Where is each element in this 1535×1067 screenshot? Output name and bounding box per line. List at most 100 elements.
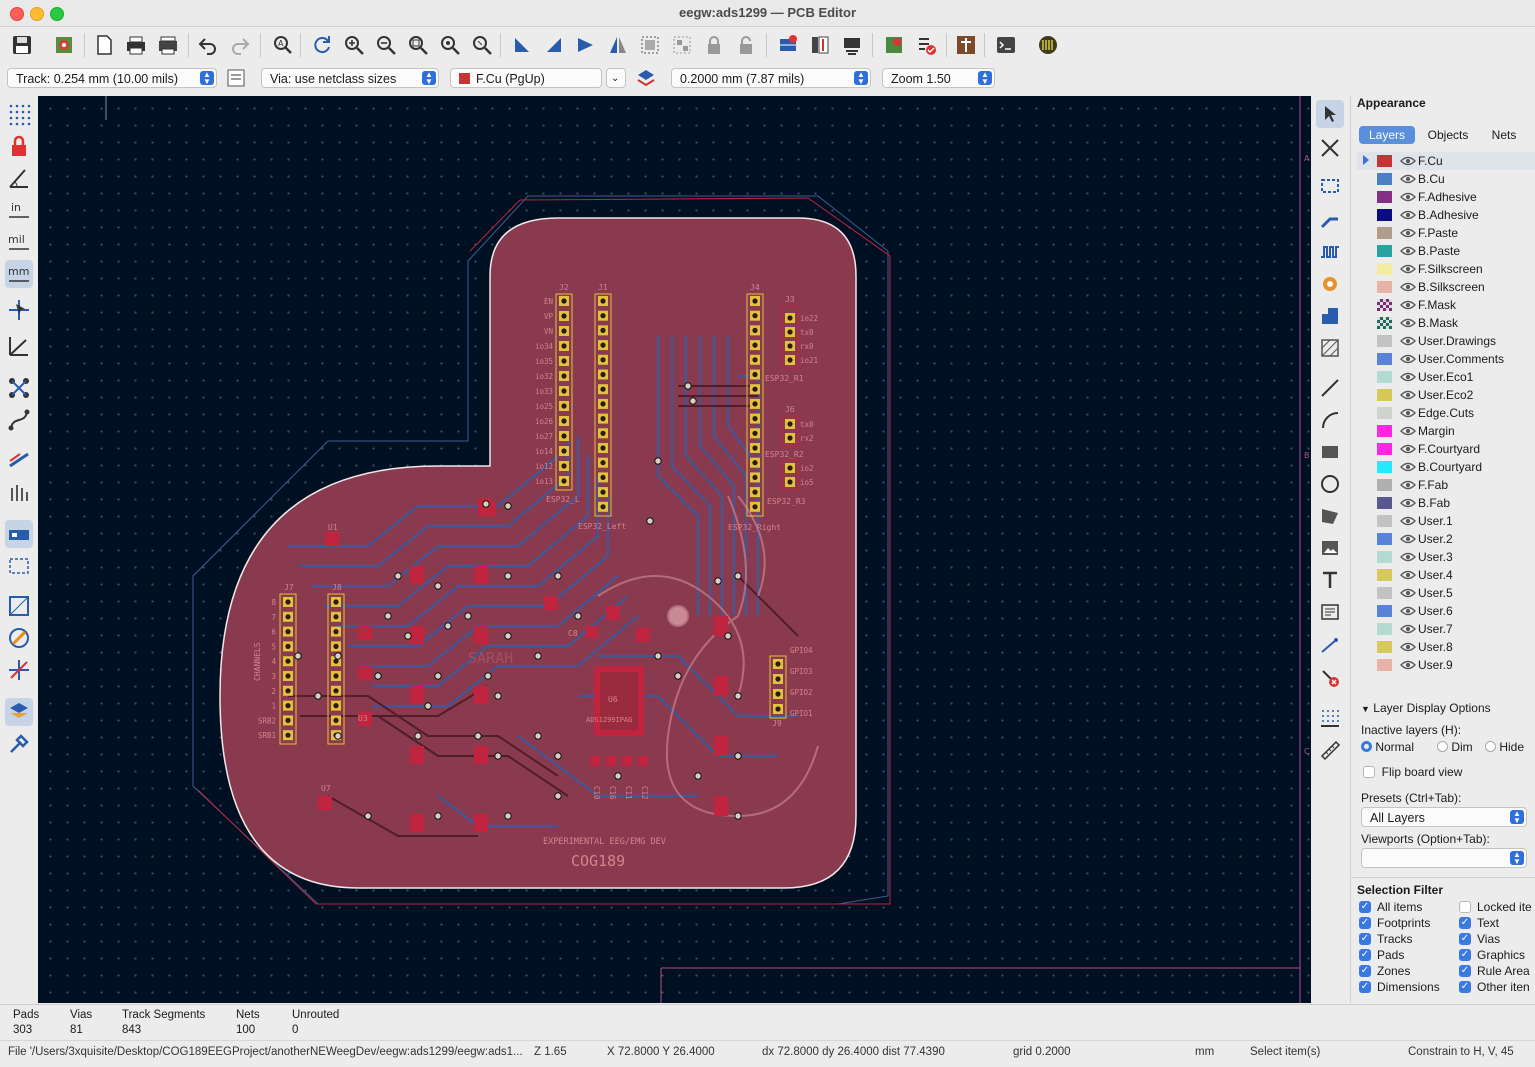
track-width-select[interactable]: Track: 0.254 mm (10.00 mils) ▲ ▼: [7, 68, 217, 88]
eye-icon[interactable]: [1400, 569, 1416, 581]
add-zone-icon[interactable]: [1316, 302, 1344, 330]
eye-icon[interactable]: [1400, 641, 1416, 653]
rule-area-icon[interactable]: [1316, 334, 1344, 362]
layer-select[interactable]: F.Cu (PgUp): [450, 68, 602, 88]
grid-origin-icon[interactable]: [1316, 704, 1344, 732]
layer-color-swatch[interactable]: [1377, 335, 1392, 347]
via[interactable]: [314, 692, 322, 700]
layer-color-swatch[interactable]: [1377, 173, 1392, 185]
via[interactable]: [434, 672, 442, 680]
layer-row[interactable]: User.9: [1357, 656, 1535, 674]
inactive-hide-radio[interactable]: Hide: [1485, 740, 1524, 754]
scripting-console-icon[interactable]: [992, 31, 1020, 59]
tune-length-icon[interactable]: [1316, 238, 1344, 266]
via[interactable]: [654, 652, 662, 660]
layer-color-swatch[interactable]: [1377, 389, 1392, 401]
draw-line-icon[interactable]: [1316, 374, 1344, 402]
eye-icon[interactable]: [1400, 389, 1416, 401]
via[interactable]: [334, 732, 342, 740]
via[interactable]: [724, 632, 732, 640]
add-textbox-icon[interactable]: [1316, 598, 1344, 626]
layer-row[interactable]: User.2: [1357, 530, 1535, 548]
zone-outline-icon[interactable]: [5, 592, 33, 620]
draw-circle-icon[interactable]: [1316, 470, 1344, 498]
delete-tool-icon[interactable]: [1316, 664, 1344, 692]
layer-row[interactable]: User.5: [1357, 584, 1535, 602]
via[interactable]: [694, 772, 702, 780]
board-setup-icon[interactable]: [50, 31, 78, 59]
via[interactable]: [554, 792, 562, 800]
layer-color-swatch[interactable]: [1377, 299, 1392, 311]
redo-icon[interactable]: [226, 31, 254, 59]
eye-icon[interactable]: [1400, 497, 1416, 509]
find-icon[interactable]: A: [268, 31, 296, 59]
ratsnest-angle-icon[interactable]: [5, 332, 33, 360]
page-settings-icon[interactable]: [90, 31, 118, 59]
via[interactable]: [424, 702, 432, 710]
via[interactable]: [414, 732, 422, 740]
via[interactable]: [674, 672, 682, 680]
via[interactable]: [294, 652, 302, 660]
eye-icon[interactable]: [1400, 353, 1416, 365]
layer-color-swatch[interactable]: [1377, 605, 1392, 617]
ratsnest-icon[interactable]: [5, 374, 33, 402]
via[interactable]: [474, 732, 482, 740]
layer-color-swatch[interactable]: [1377, 317, 1392, 329]
eye-icon[interactable]: [1400, 623, 1416, 635]
via[interactable]: [464, 612, 472, 620]
layer-color-swatch[interactable]: [1377, 227, 1392, 239]
zoom-selection-icon[interactable]: [468, 31, 496, 59]
eye-icon[interactable]: [1400, 173, 1416, 185]
layer-row[interactable]: User.Eco1: [1357, 368, 1535, 386]
via[interactable]: [504, 632, 512, 640]
via[interactable]: [364, 812, 372, 820]
layer-color-swatch[interactable]: [1377, 623, 1392, 635]
grid-toggle-icon[interactable]: [5, 100, 33, 128]
units-inch-icon[interactable]: in: [5, 196, 33, 224]
update-pcb-icon[interactable]: [880, 31, 908, 59]
layer-row[interactable]: User.1: [1357, 512, 1535, 530]
footprint-editor-icon[interactable]: [838, 31, 866, 59]
tab-objects[interactable]: Objects: [1419, 126, 1477, 144]
via[interactable]: [734, 752, 742, 760]
auto-track-width-icon[interactable]: [222, 64, 250, 92]
eye-icon[interactable]: [1400, 425, 1416, 437]
unlock-icon[interactable]: [732, 31, 760, 59]
layer-display-options-toggle[interactable]: ▼ Layer Display Options: [1361, 701, 1491, 715]
via[interactable]: [504, 572, 512, 580]
layer-row[interactable]: Edge.Cuts: [1357, 404, 1535, 422]
via[interactable]: [646, 517, 654, 525]
ungroup-icon[interactable]: [668, 31, 696, 59]
eye-icon[interactable]: [1400, 299, 1416, 311]
eye-icon[interactable]: [1400, 209, 1416, 221]
layer-color-swatch[interactable]: [1377, 659, 1392, 671]
via[interactable]: [574, 612, 582, 620]
eye-icon[interactable]: [1400, 281, 1416, 293]
via[interactable]: [334, 652, 342, 660]
layer-row[interactable]: B.Cu: [1357, 170, 1535, 188]
layer-color-swatch[interactable]: [1377, 515, 1392, 527]
via[interactable]: [714, 577, 722, 585]
layer-color-swatch[interactable]: [1377, 479, 1392, 491]
layer-color-swatch[interactable]: [1377, 191, 1392, 203]
layer-color-swatch[interactable]: [1377, 461, 1392, 473]
via[interactable]: [484, 672, 492, 680]
hatched-zone-icon[interactable]: [5, 624, 33, 652]
eye-icon[interactable]: [1400, 371, 1416, 383]
tab-layers[interactable]: Layers: [1359, 126, 1415, 144]
add-text-icon[interactable]: [1316, 566, 1344, 594]
save-icon[interactable]: [8, 31, 36, 59]
layer-row[interactable]: F.Fab: [1357, 476, 1535, 494]
layer-color-swatch[interactable]: [1377, 641, 1392, 653]
eye-icon[interactable]: [1400, 407, 1416, 419]
eye-icon[interactable]: [1400, 317, 1416, 329]
via[interactable]: [734, 692, 742, 700]
polar-coords-icon[interactable]: [5, 164, 33, 192]
via[interactable]: [494, 752, 502, 760]
zoom-select[interactable]: Zoom 1.50 ▲ ▼: [882, 68, 995, 88]
eye-icon[interactable]: [1400, 515, 1416, 527]
layer-color-swatch[interactable]: [1377, 281, 1392, 293]
route-track-icon[interactable]: [1316, 206, 1344, 234]
rotate-cw-icon[interactable]: [540, 31, 568, 59]
layer-color-swatch[interactable]: [1377, 587, 1392, 599]
